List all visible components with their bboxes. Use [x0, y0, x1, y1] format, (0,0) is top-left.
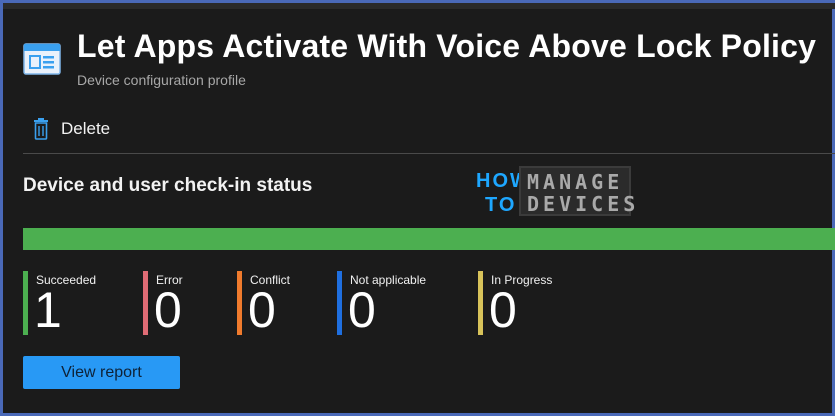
top-strip: [3, 3, 835, 9]
stat-not-applicable-accent: [337, 271, 342, 335]
stat-succeeded-value: 1: [34, 282, 62, 338]
checkin-status-bar-fill: [23, 228, 835, 250]
profile-blade-icon: [23, 43, 61, 75]
watermark-devices: DEVICES: [527, 192, 640, 216]
delete-label: Delete: [61, 119, 111, 138]
view-report-button[interactable]: View report: [23, 356, 180, 389]
toolbar-divider: [23, 153, 835, 154]
trash-icon: [34, 118, 48, 140]
delete-button[interactable]: Delete: [33, 115, 110, 143]
stat-conflict-accent: [237, 271, 242, 335]
app-frame: Let Apps Activate With Voice Above Lock …: [0, 0, 835, 416]
stat-error-value: 0: [154, 282, 182, 338]
checkin-section-title: Device and user check-in status: [23, 175, 313, 196]
stat-succeeded-accent: [23, 271, 28, 335]
watermark-box: MANAGE DEVICES: [519, 166, 635, 216]
checkin-status-bar: [23, 228, 835, 250]
stat-not-applicable-value: 0: [348, 282, 376, 338]
howto-manage-devices-watermark: HOW TO MANAGE DEVICES: [473, 166, 637, 220]
stat-in-progress-accent: [478, 271, 483, 335]
page-subtitle: Device configuration profile: [77, 72, 246, 88]
stat-conflict-value: 0: [248, 282, 276, 338]
watermark-to: TO: [485, 194, 517, 216]
stat-in-progress-value: 0: [489, 282, 517, 338]
page-title: Let Apps Activate With Voice Above Lock …: [77, 28, 817, 64]
watermark-manage: MANAGE: [527, 170, 624, 194]
stat-error-accent: [143, 271, 148, 335]
